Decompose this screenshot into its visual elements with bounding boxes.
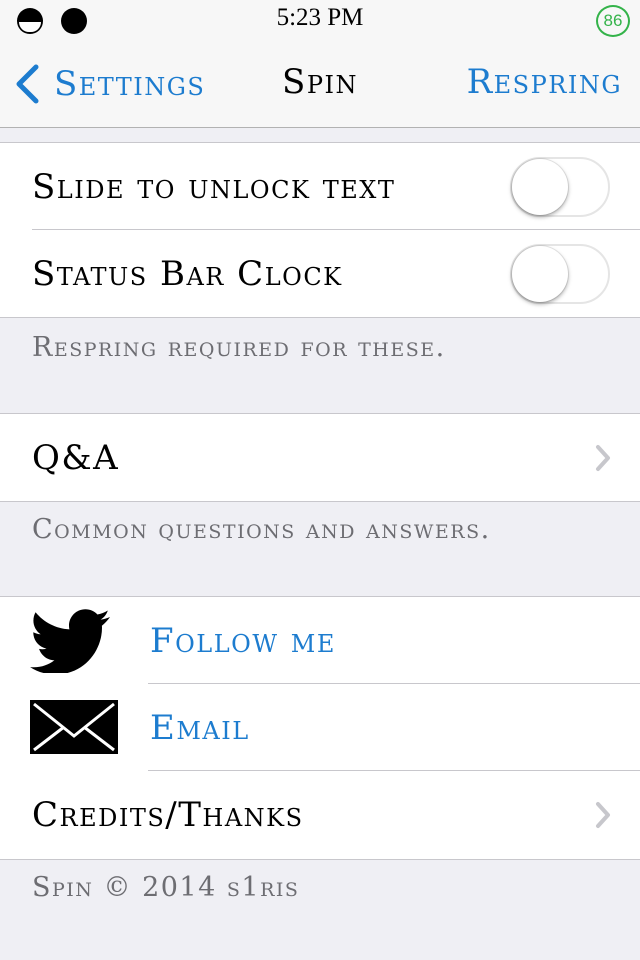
toggles-group: Slide to unlock text Status Bar Clock — [0, 142, 640, 318]
copyright-footer: Spin © 2014 s1ris — [32, 872, 300, 903]
follow-me-link: Follow me — [150, 620, 336, 661]
respring-button[interactable]: Respring — [467, 62, 622, 102]
chevron-right-icon — [596, 444, 610, 471]
toggle-knob — [512, 245, 568, 302]
twitter-bird-icon — [30, 609, 112, 677]
qa-footer: Common questions and answers. — [32, 514, 491, 545]
envelope-icon — [30, 700, 118, 758]
navigation-bar: Settings Spin Respring — [0, 40, 640, 128]
credits-label: Credits/Thanks — [32, 794, 304, 835]
email-link: Email — [150, 707, 250, 748]
credits-row[interactable]: Credits/Thanks — [0, 771, 640, 858]
links-group: Follow me Email Credits/Thanks — [0, 596, 640, 860]
status-bar: 5:23 PM 86 — [0, 0, 640, 40]
toggle-row-status-bar-clock: Status Bar Clock — [0, 230, 640, 317]
battery-indicator: 86 — [596, 5, 630, 37]
toggle-label: Slide to unlock text — [32, 166, 396, 207]
qa-label: Q&A — [32, 437, 120, 478]
toggle-knob — [512, 158, 568, 215]
slide-to-unlock-toggle[interactable] — [510, 156, 610, 217]
email-row[interactable]: Email — [0, 684, 640, 771]
status-time: 5:23 PM — [276, 4, 364, 31]
toggles-footer: Respring required for these. — [32, 332, 446, 363]
follow-me-row[interactable]: Follow me — [0, 597, 640, 684]
qa-group: Q&A — [0, 413, 640, 502]
chevron-right-icon — [596, 801, 610, 828]
toggle-row-slide-to-unlock: Slide to unlock text — [0, 143, 640, 230]
status-bar-clock-toggle[interactable] — [510, 243, 610, 304]
toggle-label: Status Bar Clock — [32, 253, 343, 294]
qa-row[interactable]: Q&A — [0, 414, 640, 501]
